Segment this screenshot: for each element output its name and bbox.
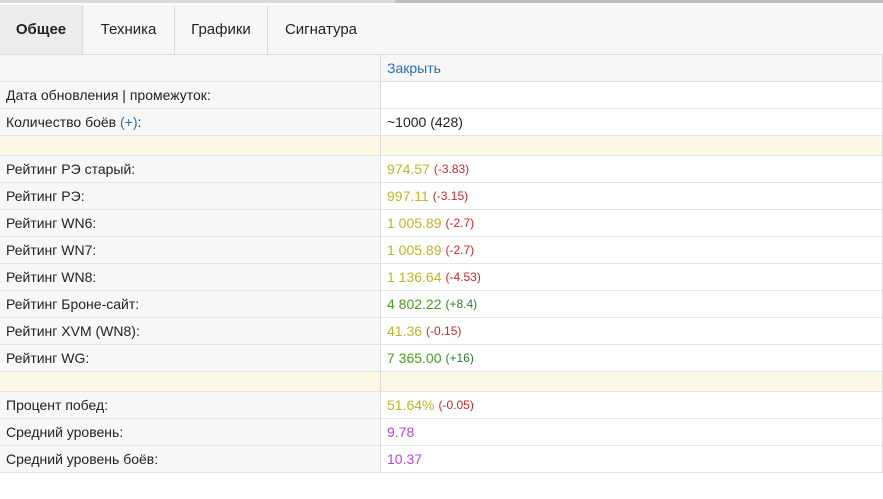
rating-value-cell: 7 365.00 (+16) [381, 345, 882, 371]
rating-delta: (-2.7) [445, 216, 475, 230]
section-divider [0, 136, 882, 156]
rating-label: Рейтинг WN6: [0, 210, 381, 236]
top-scroll-strip [0, 0, 883, 3]
avg-battle-tier-value-cell: 10.37 [381, 446, 882, 472]
rating-value: 1 005.89 [387, 242, 442, 258]
battles-label-cell: Количество боёв (+): [0, 109, 381, 135]
rating-row: Рейтинг WN6: 1 005.89 (-2.7) [0, 210, 882, 237]
header-empty-cell [0, 55, 381, 81]
avg-battle-tier-value: 10.37 [387, 451, 423, 467]
rating-delta: (-0.15) [426, 324, 462, 338]
rating-label: Рейтинг Броне-сайт: [0, 291, 381, 317]
rating-label: Рейтинг WN7: [0, 237, 381, 263]
avg-tier-label: Средний уровень: [0, 419, 381, 445]
avg-tier-value-cell: 9.78 [381, 419, 882, 445]
avg-tier-value: 9.78 [387, 424, 415, 440]
battles-label: Количество боёв [6, 114, 117, 130]
win-rate-value: 51.64% [387, 397, 435, 413]
rating-row: Рейтинг Броне-сайт: 4 802.22 (+8.4) [0, 291, 882, 318]
rating-value: 997.11 [387, 188, 429, 204]
rating-delta: (-2.7) [445, 243, 475, 257]
avg-battle-tier-label: Средний уровень боёв: [0, 446, 381, 472]
divider-cell [0, 136, 381, 155]
close-link[interactable]: Закрыть [387, 60, 441, 76]
battles-colon: : [137, 114, 142, 130]
rating-delta: (-4.53) [445, 270, 481, 284]
win-rate-delta: (-0.05) [438, 398, 474, 412]
rating-label: Рейтинг РЭ старый: [0, 156, 381, 182]
rating-row: Рейтинг XVM (WN8): 41.36 (-0.15) [0, 318, 882, 345]
tab-vehicles[interactable]: Техника [83, 5, 175, 54]
divider-cell [381, 136, 882, 155]
rating-row: Рейтинг WG: 7 365.00 (+16) [0, 345, 882, 372]
tab-bar: Общее Техника Графики Сигнатура [0, 5, 883, 55]
tab-signature[interactable]: Сигнатура [268, 5, 374, 54]
rating-value-cell: 41.36 (-0.15) [381, 318, 882, 344]
rating-value: 4 802.22 [387, 296, 442, 312]
rating-value-cell: 997.11 (-3.15) [381, 183, 882, 209]
rating-label: Рейтинг WN8: [0, 264, 381, 290]
battles-plus-link[interactable]: (+) [120, 114, 138, 130]
tab-general[interactable]: Общее [0, 5, 83, 54]
top-scroll-thumb [395, 0, 883, 3]
rating-value: 1 136.64 [387, 269, 442, 285]
rating-row: Рейтинг WN8: 1 136.64 (-4.53) [0, 264, 882, 291]
rating-value: 41.36 [387, 323, 423, 339]
rating-delta: (-3.83) [433, 162, 470, 176]
table-row: Средний уровень: 9.78 [0, 419, 882, 446]
rating-label: Рейтинг WG: [0, 345, 381, 371]
table-row: Количество боёв (+): ~1000 (428) [0, 109, 882, 136]
table-row: Процент побед: 51.64% (-0.05) [0, 392, 882, 419]
section-divider [0, 372, 882, 392]
update-date-value [381, 82, 882, 108]
table-row: Дата обновления | промежуток: [0, 82, 882, 109]
rating-delta: (+8.4) [445, 297, 478, 311]
rating-value-cell: 1 136.64 (-4.53) [381, 264, 882, 290]
rating-value-cell: 4 802.22 (+8.4) [381, 291, 882, 317]
rating-value-cell: 1 005.89 (-2.7) [381, 210, 882, 236]
divider-cell [0, 372, 381, 391]
rating-value: 974.57 [387, 161, 430, 177]
rating-row: Рейтинг РЭ старый: 974.57 (-3.83) [0, 156, 882, 183]
rating-value-cell: 974.57 (-3.83) [381, 156, 882, 182]
rating-value-cell: 1 005.89 (-2.7) [381, 237, 882, 263]
rating-row: Рейтинг РЭ: 997.11 (-3.15) [0, 183, 882, 210]
table-header-row: Закрыть [0, 55, 882, 82]
rating-label: Рейтинг XVM (WN8): [0, 318, 381, 344]
win-rate-value-cell: 51.64% (-0.05) [381, 392, 882, 418]
rating-delta: (-3.15) [432, 189, 469, 203]
battles-value: ~1000 (428) [381, 109, 882, 135]
rating-value: 7 365.00 [387, 350, 442, 366]
rating-delta: (+16) [445, 351, 474, 365]
stats-table: Закрыть Дата обновления | промежуток: Ко… [0, 55, 883, 473]
divider-cell [381, 372, 882, 391]
header-close-cell: Закрыть [381, 55, 882, 81]
rating-label: Рейтинг РЭ: [0, 183, 381, 209]
update-date-label: Дата обновления | промежуток: [0, 82, 381, 108]
rating-value: 1 005.89 [387, 215, 442, 231]
tab-charts[interactable]: Графики [175, 5, 268, 54]
win-rate-label: Процент побед: [0, 392, 381, 418]
table-row: Средний уровень боёв: 10.37 [0, 446, 882, 473]
rating-row: Рейтинг WN7: 1 005.89 (-2.7) [0, 237, 882, 264]
